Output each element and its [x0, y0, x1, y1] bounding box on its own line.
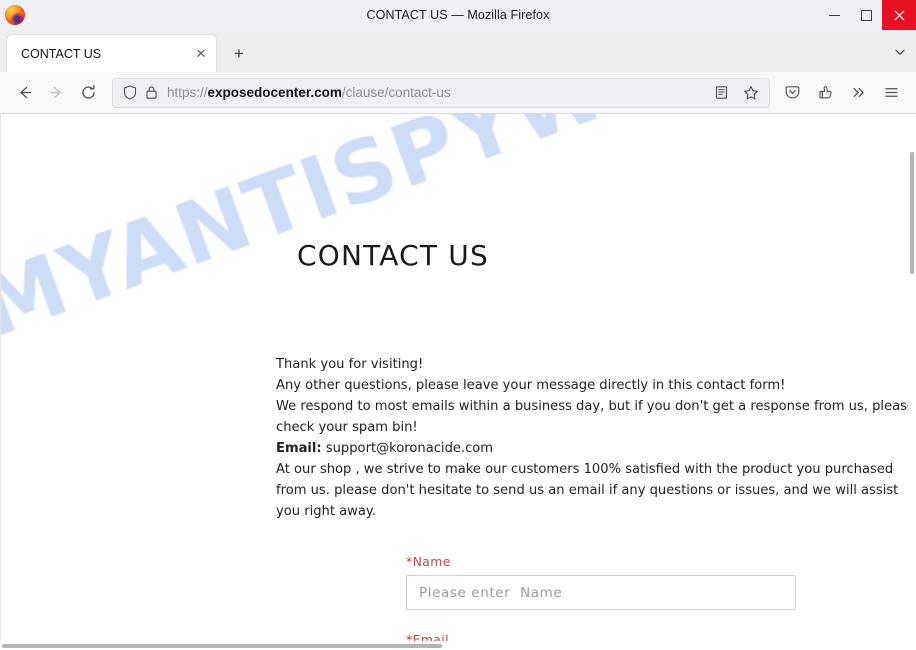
app-menu-button[interactable]	[875, 78, 908, 108]
url-scheme: https://	[167, 85, 208, 100]
email-label: Email:	[276, 441, 322, 456]
email-address: support@koronacide.com	[325, 441, 494, 456]
name-required-marker: *	[406, 554, 413, 569]
intro-text-block: Thank you for visiting! Any other questi…	[276, 354, 908, 522]
url-text[interactable]: https://exposedocenter.com/clause/contac…	[167, 85, 703, 100]
url-bar[interactable]: https://exposedocenter.com/clause/contac…	[112, 77, 770, 108]
tab-strip: CONTACT US ✕ +	[0, 30, 916, 72]
web-page: MYANTISPYWARE.COM CONTACT US Thank you f…	[0, 114, 908, 641]
shield-icon[interactable]	[123, 85, 137, 100]
paragraph-email-line: Email: support@koronacide.com	[276, 438, 908, 459]
email-required-marker: *	[406, 632, 413, 641]
reader-view-icon	[715, 86, 727, 99]
bookmark-button[interactable]	[739, 81, 763, 105]
viewport-left-border	[0, 114, 1, 641]
hamburger-menu-icon	[885, 88, 898, 97]
firefox-logo-icon	[5, 5, 25, 25]
toolbar-right-group	[776, 78, 908, 108]
reload-button[interactable]	[72, 78, 104, 108]
extensions-button[interactable]	[809, 78, 842, 108]
paragraph-questions: Any other questions, please leave your m…	[276, 378, 786, 393]
minimize-button[interactable]	[818, 0, 850, 30]
back-arrow-icon	[19, 86, 31, 99]
reader-view-button[interactable]	[709, 81, 733, 105]
browser-tab[interactable]: CONTACT US ✕	[7, 35, 216, 72]
close-button[interactable]	[882, 0, 916, 30]
list-all-tabs-button[interactable]	[884, 37, 916, 67]
contact-form: *Name *Email	[406, 554, 798, 641]
window-controls	[818, 0, 916, 30]
vertical-scrollbar[interactable]	[908, 114, 916, 641]
extensions-icon	[819, 86, 832, 99]
name-input[interactable]	[406, 575, 796, 610]
forward-arrow-icon	[49, 86, 61, 99]
close-icon	[894, 10, 904, 20]
navigation-toolbar: https://exposedocenter.com/clause/contac…	[0, 72, 916, 114]
window-titlebar: CONTACT US — Mozilla Firefox	[0, 0, 916, 30]
site-watermark: MYANTISPYWARE.COM	[0, 114, 908, 358]
name-field-label: *Name	[406, 554, 798, 569]
page-title: CONTACT US	[297, 239, 489, 272]
chevron-down-icon	[895, 49, 905, 56]
paragraph-satisfaction: At our shop , we strive to make our cust…	[276, 462, 899, 519]
browser-window: CONTACT US — Mozilla Firefox CONTACT US …	[0, 0, 916, 650]
horizontal-scrollbar[interactable]	[0, 642, 908, 650]
window-title: CONTACT US — Mozilla Firefox	[366, 8, 550, 22]
url-actions	[709, 81, 763, 105]
page-viewport: MYANTISPYWARE.COM CONTACT US Thank you f…	[0, 114, 916, 650]
new-tab-button[interactable]: +	[224, 38, 254, 68]
tab-close-icon[interactable]: ✕	[190, 43, 212, 65]
field-spacer	[406, 610, 798, 632]
paragraph-thank-you: Thank you for visiting!	[276, 357, 424, 372]
url-host: exposedocenter.com	[207, 85, 342, 100]
tab-title: CONTACT US	[21, 46, 102, 61]
horizontal-scrollbar-thumb[interactable]	[2, 644, 442, 648]
overflow-menu-button[interactable]	[842, 78, 875, 108]
double-chevron-icon	[853, 87, 864, 98]
email-label-text: Email	[412, 632, 449, 641]
back-button[interactable]	[8, 78, 40, 108]
pocket-icon	[785, 86, 800, 99]
padlock-icon[interactable]	[145, 85, 158, 100]
star-icon	[744, 85, 758, 99]
name-label-text: Name	[412, 554, 451, 569]
paragraph-response-time: We respond to most emails within a busin…	[276, 399, 908, 435]
reload-icon	[81, 84, 95, 99]
email-field-label: *Email	[406, 632, 798, 641]
maximize-button[interactable]	[850, 0, 882, 30]
forward-button[interactable]	[40, 78, 72, 108]
url-identity-box	[123, 85, 158, 100]
url-path: /clause/contact-us	[341, 85, 451, 100]
pocket-button[interactable]	[776, 78, 809, 108]
vertical-scrollbar-thumb[interactable]	[910, 152, 914, 274]
